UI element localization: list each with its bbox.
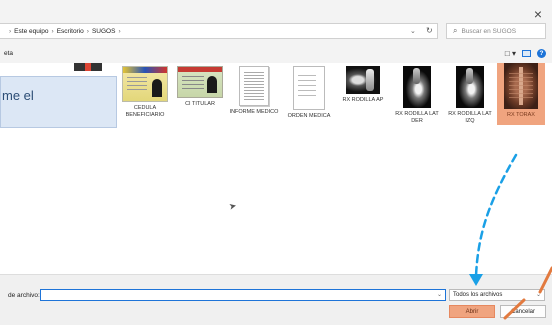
cancel-button[interactable]: Cancelar [500, 305, 546, 318]
filetype-value: Todos los archivos [453, 292, 503, 298]
file-item-informe-medico[interactable]: INFORME MEDICO [228, 66, 280, 116]
view-controls: □ ▾ ? [505, 49, 546, 58]
file-label: INFORME MEDICO [229, 109, 279, 115]
file-label: RX TORAX [507, 112, 535, 118]
tooltip-bubble: me el [0, 76, 117, 128]
file-item-rx-torax[interactable]: RX TORAX [497, 63, 545, 125]
id-card-thumbnail-icon [177, 66, 223, 98]
chevron-down-icon[interactable]: ⌄ [536, 290, 541, 301]
file-label: RX RODILLA LAT DER [395, 111, 439, 124]
breadcrumb-separator: › [86, 27, 89, 35]
file-label: RX RODILLA LAT IZQ [448, 111, 492, 124]
chevron-down-icon[interactable]: ⌄ [437, 291, 442, 298]
open-button[interactable]: Abrir [449, 305, 495, 318]
file-item-rx-rodilla-lat-der[interactable]: RX RODILLA LAT DER [391, 66, 443, 125]
breadcrumb[interactable]: › Este equipo › Escritorio › SUGOS › [0, 23, 438, 39]
file-label: ORDEN MEDICA [287, 113, 331, 119]
file-item-rx-rodilla-ap[interactable]: RX RODILLA AP [337, 66, 389, 104]
xray-thumbnail-icon [403, 66, 431, 108]
dialog-footer: de archivo: ⌄ Todos los archivos ⌄ Abrir… [0, 274, 552, 325]
breadcrumb-separator: › [118, 27, 121, 35]
mouse-cursor-icon: ➤ [227, 200, 238, 212]
search-input[interactable]: ⌕ Buscar en SUGOS [446, 23, 546, 39]
file-label: CEDULA BENEFICIARIO [125, 105, 165, 118]
filename-input[interactable]: ⌄ [40, 289, 446, 301]
breadcrumb-separator: › [9, 27, 12, 35]
address-bar-row: › Este equipo › Escritorio › SUGOS › ⌄ ↻… [0, 20, 552, 42]
xray-thumbnail-icon [346, 66, 380, 94]
refresh-icon[interactable]: ↻ [426, 26, 433, 35]
search-icon: ⌕ [453, 26, 458, 35]
address-history-chevron-icon[interactable]: ⌄ [410, 27, 416, 35]
toolbar: eta □ ▾ ? [0, 48, 552, 62]
toolbar-new-folder-partial[interactable]: eta [4, 50, 13, 57]
file-label: RX RODILLA AP [342, 97, 384, 103]
tooltip-text: me el [2, 88, 34, 103]
help-icon[interactable]: ? [537, 49, 546, 58]
file-label: CI TITULAR [185, 101, 215, 107]
file-item-rx-rodilla-lat-izq[interactable]: RX RODILLA LAT IZQ [444, 66, 496, 125]
document-thumbnail-icon [293, 66, 325, 110]
filetype-select[interactable]: Todos los archivos ⌄ [449, 289, 545, 301]
search-placeholder: Buscar en SUGOS [461, 27, 517, 35]
id-card-thumbnail-icon [122, 66, 168, 102]
xray-thumbnail-icon [456, 66, 484, 108]
xray-thumbnail-icon [504, 63, 538, 109]
file-item-ci-titular[interactable]: CI TITULAR [174, 66, 226, 108]
file-item-orden-medica[interactable]: ORDEN MEDICA [283, 66, 335, 120]
file-item-cedula-beneficiario[interactable]: CEDULA BENEFICIARIO [119, 66, 171, 119]
partial-file-thumbnails [74, 63, 108, 73]
breadcrumb-item-este-equipo[interactable]: Este equipo [14, 28, 48, 35]
preview-pane-icon[interactable] [522, 50, 531, 57]
filename-label: de archivo: [8, 292, 40, 299]
document-thumbnail-icon [239, 66, 269, 106]
file-list-area[interactable]: me el CEDULA BENEFICIARIO CI TITULAR INF… [0, 63, 552, 274]
file-open-dialog: × › Este equipo › Escritorio › SUGOS › ⌄… [0, 0, 552, 325]
breadcrumb-item-escritorio[interactable]: Escritorio [57, 28, 84, 35]
breadcrumb-separator: › [51, 27, 54, 35]
breadcrumb-item-sugos[interactable]: SUGOS [92, 28, 115, 35]
view-options-icon[interactable]: □ ▾ [505, 49, 516, 58]
